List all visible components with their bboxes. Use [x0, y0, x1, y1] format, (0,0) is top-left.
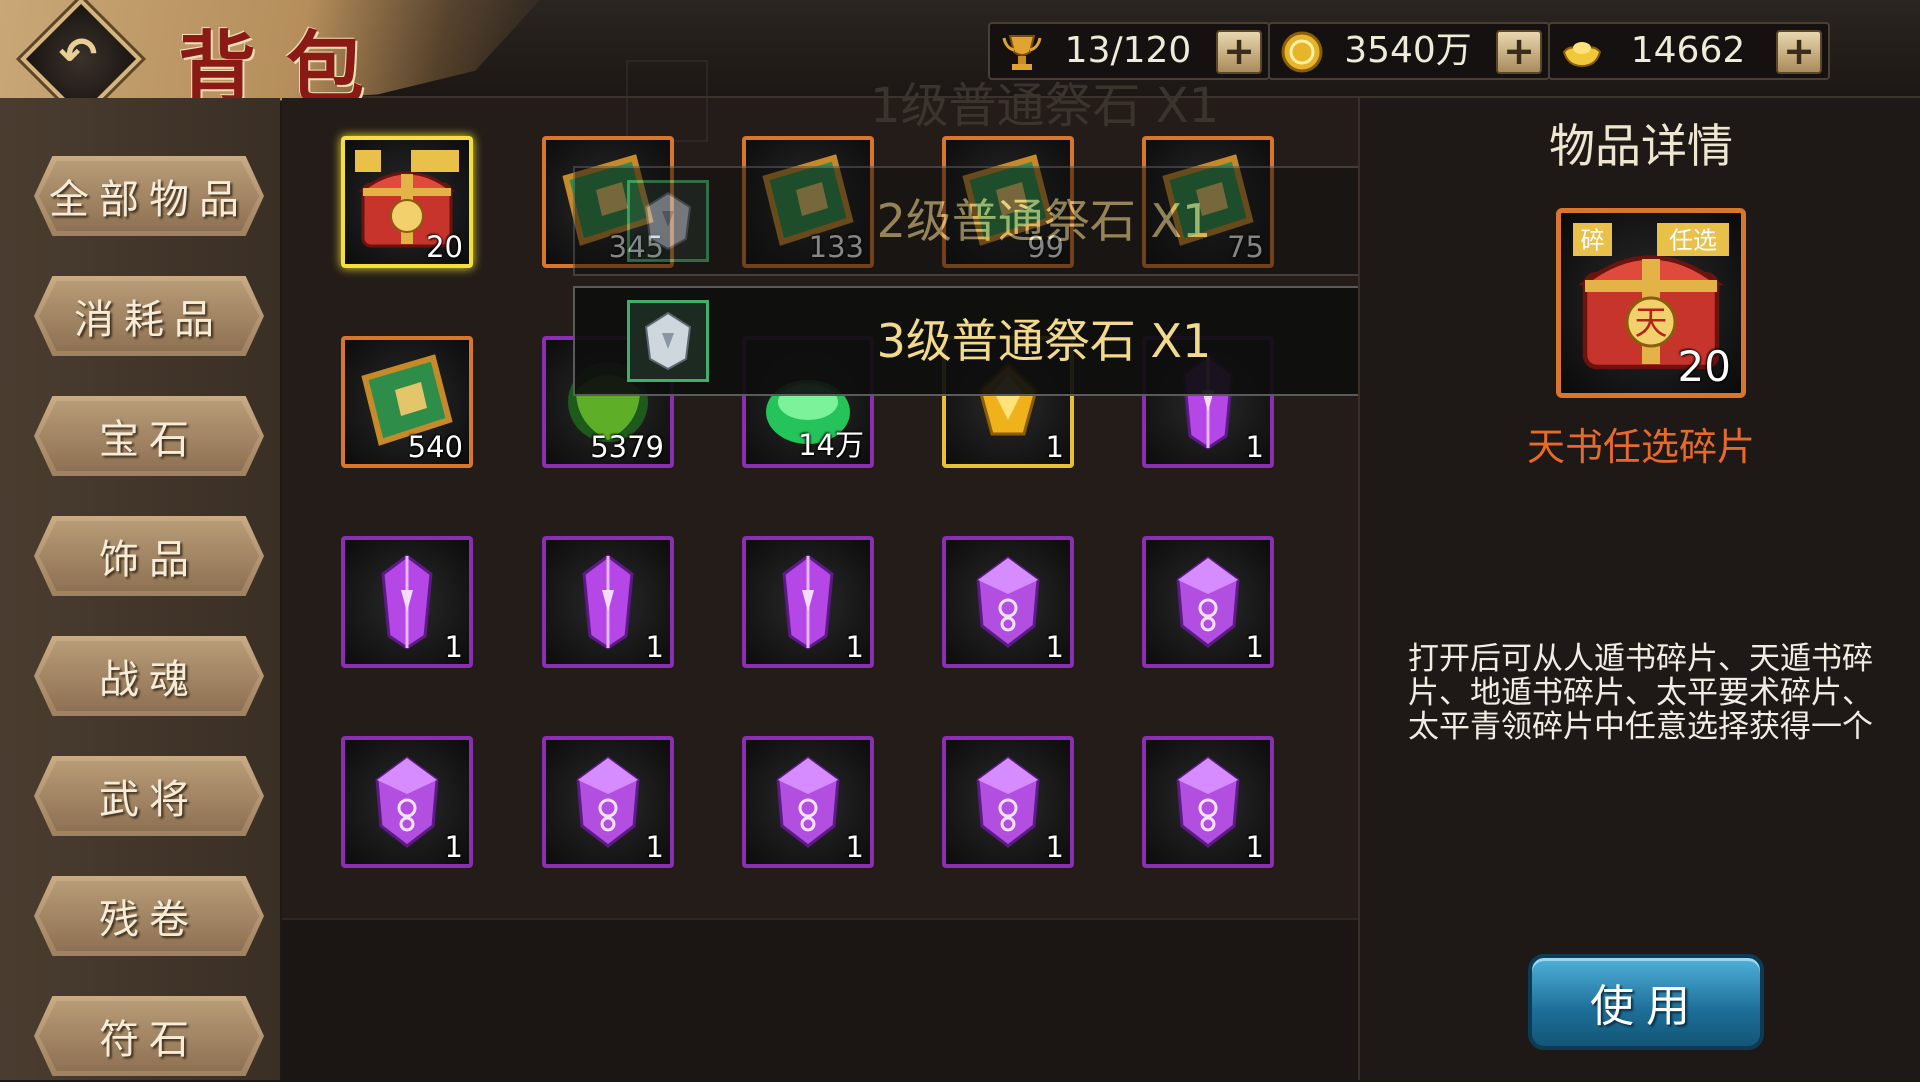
back-arrow-icon[interactable]: ↶ [46, 22, 110, 86]
gold-coin-icon [1281, 31, 1323, 73]
category-label: 宝石 [39, 401, 259, 471]
item-count: 1 [1245, 430, 1264, 464]
inventory-slot[interactable]: 1 [942, 536, 1074, 668]
category-war-souls[interactable]: 战魂 [34, 636, 264, 716]
item-count: 1 [1045, 430, 1064, 464]
item-count: 1 [845, 830, 864, 864]
add-ingot-button[interactable]: + [1776, 30, 1822, 74]
item-detail-panel: 物品详情 天 碎 任选 20 天书任选碎片 打开后可从人遁书碎片、天遁书碎片、地… [1358, 98, 1920, 1080]
category-accessories[interactable]: 饰品 [34, 516, 264, 596]
item-count: 1 [1245, 630, 1264, 664]
inventory-slot[interactable]: 1 [542, 536, 674, 668]
inventory-slot[interactable]: 540 [341, 336, 473, 468]
rune-stone-thumb [627, 300, 709, 382]
purple-rune-stone-icon [976, 756, 1040, 848]
svg-text:天: 天 [1635, 303, 1668, 342]
inventory-slot[interactable]: 1 [1142, 736, 1274, 868]
category-consumables[interactable]: 消耗品 [34, 276, 264, 356]
detail-item-count: 20 [1677, 342, 1731, 391]
grey-rune-stone-icon [644, 191, 692, 251]
purple-rune-stone-icon [576, 756, 640, 848]
category-fragments[interactable]: 残卷 [34, 876, 264, 956]
category-label: 饰品 [39, 521, 259, 591]
item-count: 1 [645, 630, 664, 664]
detail-item-name: 天书任选碎片 [1526, 425, 1755, 469]
category-label: 残卷 [39, 881, 259, 951]
popup-text: 3级普通祭石 X1 [876, 314, 1212, 368]
category-gems[interactable]: 宝石 [34, 396, 264, 476]
item-count: 5379 [590, 430, 664, 464]
inventory-slot[interactable]: 1 [341, 736, 473, 868]
inventory-slot[interactable]: 1 [742, 736, 874, 868]
item-count: 1 [845, 630, 864, 664]
svg-text:任选: 任选 [1669, 227, 1717, 255]
category-all-items[interactable]: 全部物品 [34, 156, 264, 236]
ingot-value: 14662 [1630, 30, 1746, 71]
svg-text:碎: 碎 [1581, 227, 1605, 255]
category-label: 消耗品 [39, 281, 259, 351]
item-count: 14万 [798, 428, 864, 462]
item-count: 1 [444, 630, 463, 664]
inventory-slot[interactable]: 1 [942, 736, 1074, 868]
inventory-slot[interactable]: 1 [542, 736, 674, 868]
inventory-slot[interactable]: 1 [1142, 536, 1274, 668]
item-count: 540 [407, 430, 463, 464]
reward-popup: 2级普通祭石 X1 [573, 166, 1365, 276]
detail-title: 物品详情 [1549, 119, 1733, 173]
inventory-footer [282, 918, 1358, 1082]
inventory-slot[interactable]: 20 [341, 136, 473, 268]
inventory-slot[interactable]: 1 [341, 536, 473, 668]
item-count: 1 [444, 830, 463, 864]
gold-ingot-icon [1562, 42, 1602, 68]
detail-item-description: 打开后可从人遁书碎片、天遁书碎片、地遁书碎片、太平要术碎片、太平青领碎片中任意选… [1408, 641, 1873, 745]
purple-rune-stone-icon [375, 756, 439, 848]
category-label: 符石 [39, 1001, 259, 1071]
category-label: 全部物品 [39, 161, 259, 231]
add-gold-button[interactable]: + [1496, 30, 1542, 74]
category-rune-stones[interactable]: 符石 [34, 996, 264, 1076]
purple-rune-stone-icon [776, 756, 840, 848]
category-generals[interactable]: 武将 [34, 756, 264, 836]
add-stamina-button[interactable]: + [1216, 30, 1262, 74]
purple-crystal-icon [381, 554, 433, 650]
purple-rune-stone-icon [1176, 556, 1240, 648]
purple-rune-stone-icon [976, 556, 1040, 648]
faded-popup-text: 1级普通祭石 X1 [870, 78, 1220, 134]
resource-gold: 3540万 + [1268, 22, 1550, 80]
use-button[interactable]: 使用 [1528, 954, 1764, 1050]
item-count: 20 [426, 230, 463, 264]
item-count: 1 [1045, 630, 1064, 664]
item-count: 1 [1245, 830, 1264, 864]
inventory-slot[interactable]: 1 [742, 536, 874, 668]
purple-crystal-icon [782, 554, 834, 650]
purple-rune-stone-icon [1176, 756, 1240, 848]
resource-ingot: 14662 + [1548, 22, 1830, 80]
grey-rune-stone-icon [644, 311, 692, 371]
gold-value: 3540万 [1344, 30, 1472, 71]
popup-text: 2级普通祭石 X1 [876, 194, 1212, 248]
category-label: 武将 [39, 761, 259, 831]
reward-popup: 3级普通祭石 X1 [573, 286, 1365, 396]
detail-item-icon: 天 碎 任选 20 [1556, 208, 1746, 398]
faded-popup-thumb [626, 60, 708, 142]
item-count: 1 [645, 830, 664, 864]
item-count: 1 [1045, 830, 1064, 864]
purple-crystal-icon [582, 554, 634, 650]
category-label: 战魂 [39, 641, 259, 711]
rune-stone-thumb [627, 180, 709, 262]
